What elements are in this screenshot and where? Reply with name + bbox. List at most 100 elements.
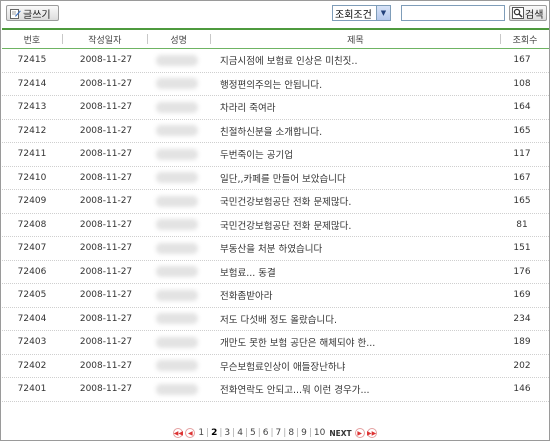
row-author (146, 378, 208, 401)
board-frame: 글쓰기 조회조건 ▼ 검색 번호 작성일자 성명 제목 조회수 72415 20… (0, 0, 550, 441)
page-separator: | (206, 428, 210, 438)
row-date: 2008-11-27 (79, 290, 133, 301)
blurred-author-name (156, 289, 198, 301)
first-page-icon[interactable]: ◀◀ (173, 428, 184, 438)
row-date: 2008-11-27 (79, 360, 133, 371)
row-title-link[interactable]: 무슨보험료인상이 애들장난하냐 (208, 355, 498, 378)
row-date: 2008-11-27 (79, 313, 133, 324)
table-header: 번호 작성일자 성명 제목 조회수 (2, 28, 549, 49)
header-name: 성명 (170, 36, 187, 46)
row-title-link[interactable]: 국민건강보험공단 전화 문제많다. (208, 190, 498, 213)
row-author (146, 190, 208, 213)
row-number: 72410 (17, 172, 47, 183)
write-button[interactable]: 글쓰기 (6, 5, 59, 21)
blurred-author-name (156, 242, 198, 254)
page-link[interactable]: 5 (250, 428, 256, 438)
row-author (146, 284, 208, 307)
row-author (146, 96, 208, 119)
row-date: 2008-11-27 (79, 196, 133, 207)
row-views: 108 (513, 78, 531, 89)
row-views: 146 (513, 384, 531, 395)
table-row[interactable]: 72415 2008-11-27 지금시점에 보험료 인상은 미친짓.. 167 (2, 49, 549, 73)
row-title-link[interactable]: 전화좀받아라 (208, 284, 498, 307)
next-page-icon[interactable]: ▶ (354, 428, 365, 438)
blurred-author-name (156, 313, 198, 325)
table-row[interactable]: 72406 2008-11-27 보험료... 동결 176 (2, 261, 549, 284)
blurred-author-name (156, 125, 198, 137)
chevron-down-icon[interactable]: ▼ (376, 6, 390, 20)
row-number: 72402 (17, 360, 47, 371)
table-row[interactable]: 72402 2008-11-27 무슨보험료인상이 애들장난하냐 202 (2, 355, 549, 378)
search-condition-select[interactable]: 조회조건 ▼ (332, 5, 391, 21)
row-title-link[interactable]: 국민건강보험공단 전화 문제많다. (208, 214, 498, 237)
next-link[interactable]: NEXT (329, 429, 351, 438)
blurred-author-name (156, 219, 198, 231)
row-title-link[interactable]: 차라리 죽여라 (208, 96, 498, 119)
table-row[interactable]: 72408 2008-11-27 국민건강보험공단 전화 문제많다. 81 (2, 214, 549, 237)
row-title-link[interactable]: 행정편의주의는 안됩니다. (208, 73, 498, 96)
row-author (146, 261, 208, 284)
row-number: 72413 (17, 102, 47, 113)
table-row[interactable]: 72410 2008-11-27 일단,,카페를 만들어 보았습니다 167 (2, 167, 549, 190)
row-author (146, 308, 208, 331)
page-link[interactable]: 10 (314, 428, 325, 438)
blurred-author-name (156, 54, 198, 66)
row-author (146, 49, 208, 72)
page-link[interactable]: 8 (288, 428, 294, 438)
page-link[interactable]: 7 (276, 428, 282, 438)
blurred-author-name (156, 148, 198, 160)
prev-page-icon[interactable]: ◀ (185, 428, 196, 438)
table-row[interactable]: 72401 2008-11-27 전화연락도 안되고...뭐 이런 경우가... 14… (2, 378, 549, 402)
page-link[interactable]: 1 (198, 428, 204, 438)
row-views: 189 (513, 337, 531, 348)
page-separator: | (257, 428, 261, 438)
page-separator: | (283, 428, 287, 438)
row-title-link[interactable]: 보험료... 동결 (208, 261, 498, 284)
table-row[interactable]: 72413 2008-11-27 차라리 죽여라 164 (2, 96, 549, 120)
table-row[interactable]: 72404 2008-11-27 저도 다섯배 정도 올랐습니다. 234 (2, 308, 549, 331)
search-button[interactable]: 검색 (509, 5, 547, 21)
blurred-author-name (156, 195, 198, 207)
table-row[interactable]: 72411 2008-11-27 두번죽이는 공기업 117 (2, 143, 549, 167)
page-link[interactable]: 4 (237, 428, 243, 438)
row-views: 117 (513, 149, 531, 160)
row-number: 72409 (17, 196, 47, 207)
search-input[interactable] (401, 5, 505, 21)
row-title-link[interactable]: 두번죽이는 공기업 (208, 143, 498, 166)
row-title-link[interactable]: 부동산을 처분 하였습니다 (208, 237, 498, 260)
page-link[interactable]: 3 (224, 428, 230, 438)
last-page-icon[interactable]: ▶▶ (366, 428, 377, 438)
header-number: 번호 (23, 36, 41, 46)
blurred-author-name (156, 78, 198, 90)
row-title-link[interactable]: 일단,,카페를 만들어 보았습니다 (208, 167, 498, 190)
row-date: 2008-11-27 (79, 219, 133, 230)
row-number: 72408 (17, 219, 47, 230)
page-link[interactable]: 6 (263, 428, 269, 438)
row-title-link[interactable]: 친절하신분을 소개합니다. (208, 120, 498, 143)
row-date: 2008-11-27 (79, 243, 133, 254)
table-row[interactable]: 72407 2008-11-27 부동산을 처분 하였습니다 151 (2, 237, 549, 261)
toolbar: 글쓰기 조회조건 ▼ 검색 (1, 1, 549, 23)
row-number: 72415 (17, 55, 47, 66)
row-title-link[interactable]: 전화연락도 안되고...뭐 이런 경우가... (208, 378, 498, 401)
table-row[interactable]: 72403 2008-11-27 개만도 못한 보험 공단은 해체되야 한... 18… (2, 331, 549, 355)
page-link-current[interactable]: 2 (211, 428, 217, 438)
row-date: 2008-11-27 (79, 125, 133, 136)
header-title: 제목 (347, 36, 364, 46)
page-separator: | (219, 428, 223, 438)
row-title-link[interactable]: 저도 다섯배 정도 올랐습니다. (208, 308, 498, 331)
row-date: 2008-11-27 (79, 102, 133, 113)
row-date: 2008-11-27 (79, 149, 133, 160)
row-views: 81 (516, 219, 528, 230)
table-row[interactable]: 72412 2008-11-27 친절하신분을 소개합니다. 165 (2, 120, 549, 143)
row-title-link[interactable]: 개만도 못한 보험 공단은 해체되야 한... (208, 331, 498, 354)
row-author (146, 355, 208, 378)
header-views: 조회수 (512, 36, 538, 46)
table-row[interactable]: 72405 2008-11-27 전화좀받아라 169 (2, 284, 549, 308)
row-author (146, 167, 208, 190)
row-number: 72414 (17, 78, 47, 89)
row-title-link[interactable]: 지금시점에 보험료 인상은 미친짓.. (208, 49, 498, 72)
page-link[interactable]: 9 (301, 428, 307, 438)
table-row[interactable]: 72409 2008-11-27 국민건강보험공단 전화 문제많다. 165 (2, 190, 549, 214)
table-row[interactable]: 72414 2008-11-27 행정편의주의는 안됩니다. 108 (2, 73, 549, 96)
